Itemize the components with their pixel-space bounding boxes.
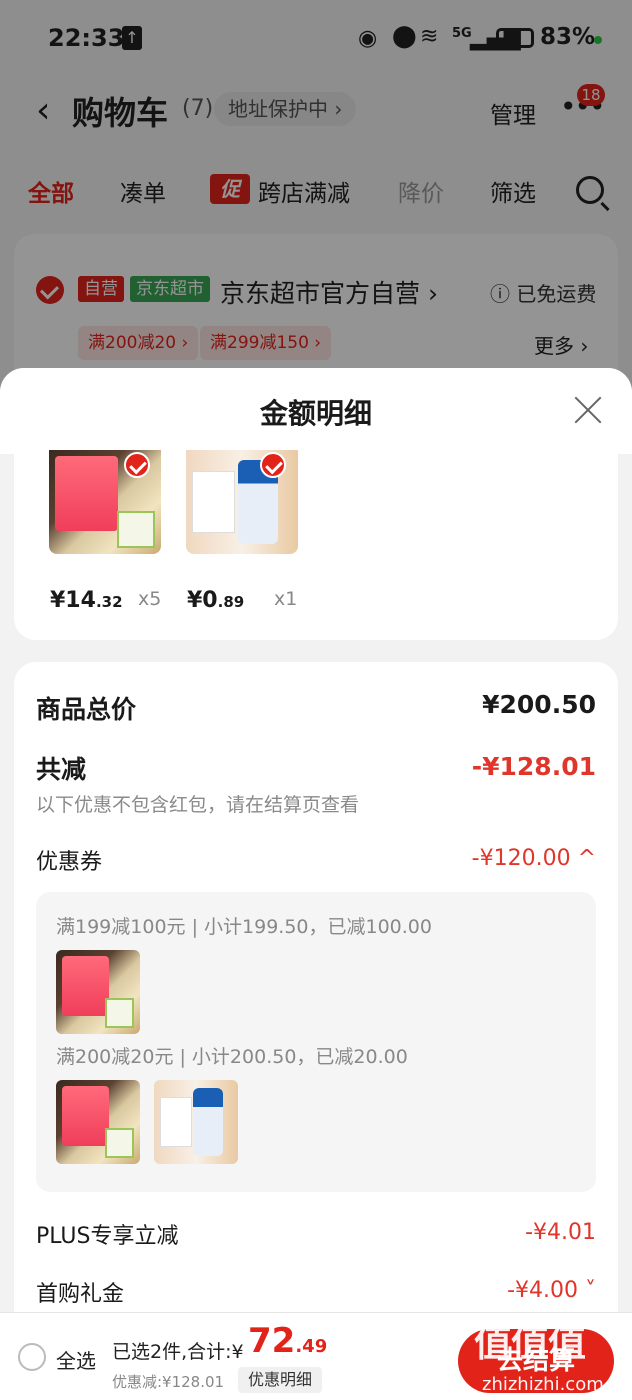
coupon-rule: 满199减100元 | 小计199.50，已减100.00 [56,916,432,938]
coupon-product-thumb [56,950,140,1034]
product-price: ¥0.89 [187,588,245,613]
product-qty: x5 [138,588,162,610]
selected-summary: 已选2件,合计:¥ [112,1341,244,1363]
coupon-details-box: 满199减100元 | 小计199.50，已减100.00 满200减20元 |… [36,892,596,1192]
total-label: 商品总价 [36,695,137,724]
product-checked-icon [124,452,150,478]
plus-discount-value: -¥4.01 [525,1220,596,1245]
discount-note: 以下优惠不包含红包，请在结算页查看 [36,794,360,816]
total-price: 72.49 [248,1321,328,1361]
coupon-label: 优惠券 [36,850,103,875]
watermark-site: zhizhizhi.com [482,1374,604,1395]
discount-summary: 优惠减:¥128.01 [112,1373,225,1391]
watermark-logo: 值值值 [474,1321,586,1365]
sheet-header: 金额明细 [0,368,632,454]
discount-value: -¥128.01 [471,752,596,781]
select-all-radio[interactable] [18,1343,46,1371]
discount-detail-button[interactable]: 优惠明细 [238,1367,323,1393]
sheet-title: 金额明细 [259,397,372,430]
price-breakdown-card: 商品总价 ¥200.50 共减 -¥128.01 以下优惠不包含红包，请在结算页… [14,662,618,1400]
coupon-toggle[interactable]: -¥120.00 ^ [472,846,596,871]
amount-detail-sheet: 金额明细 ¥14.32 x5 ¥0.89 x1 商品总价 ¥200.50 共减 … [0,368,632,1400]
first-purchase-label: 首购礼金 [36,1282,125,1307]
product-checked-icon [260,452,286,478]
coupon-product-thumb [154,1080,238,1164]
coupon-rule: 满200减20元 | 小计200.50，已减20.00 [56,1046,408,1068]
selected-products-card: ¥14.32 x5 ¥0.89 x1 [14,450,618,640]
product-price: ¥14.32 [50,588,123,613]
first-purchase-toggle[interactable]: -¥4.00 ˅ [507,1278,596,1303]
select-all-label[interactable]: 全选 [56,1345,96,1374]
close-icon[interactable] [574,396,602,424]
coupon-product-thumb [56,1080,140,1164]
product-qty: x1 [274,588,298,610]
discount-label: 共减 [36,755,87,784]
total-value: ¥200.50 [482,690,596,719]
plus-discount-label: PLUS专享立减 [36,1224,179,1249]
